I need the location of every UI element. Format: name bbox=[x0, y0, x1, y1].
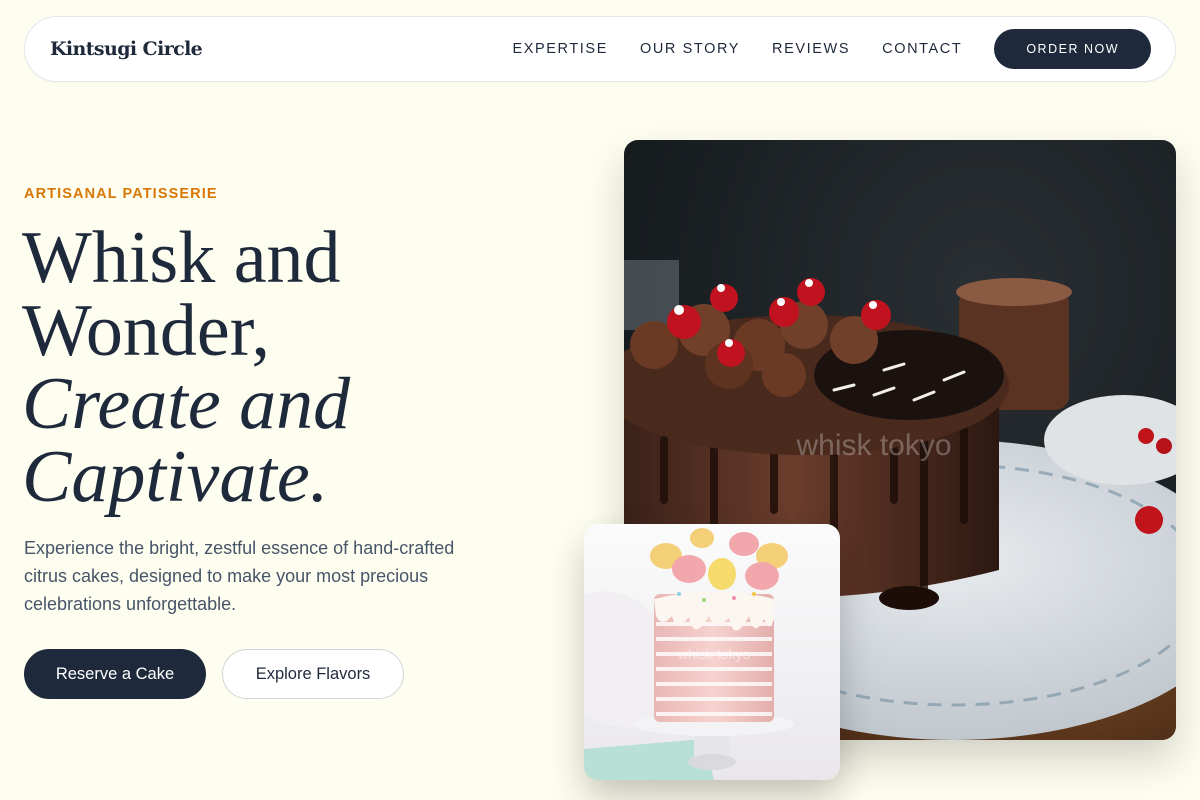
main-image-watermark: whisk tokyo bbox=[795, 429, 951, 462]
headline-line-1: Whisk and bbox=[22, 217, 341, 299]
small-image-watermark: whisk tokyo bbox=[677, 646, 751, 662]
macaron-cake-image: whisk tokyo bbox=[584, 524, 840, 780]
hero-description: Experience the bright, zestful essence o… bbox=[24, 538, 455, 614]
brand-logo[interactable]: Kintsugi Circle bbox=[50, 38, 203, 60]
nav-link-expertise[interactable]: EXPERTISE bbox=[512, 41, 608, 57]
hero-headline: Whisk and Wonder, Create and Captivate. bbox=[22, 217, 582, 518]
nav-menu: EXPERTISE OUR STORY REVIEWS CONTACT ORDE… bbox=[512, 29, 1151, 69]
nav-link-reviews[interactable]: REVIEWS bbox=[772, 41, 850, 57]
reserve-cake-button[interactable]: Reserve a Cake bbox=[24, 649, 206, 699]
order-now-button[interactable]: ORDER NOW bbox=[994, 29, 1151, 69]
nav-link-our-story[interactable]: OUR STORY bbox=[640, 41, 740, 57]
headline-line-3: Create and bbox=[22, 363, 351, 445]
nav-link-contact[interactable]: CONTACT bbox=[882, 41, 962, 57]
top-nav: Kintsugi Circle EXPERTISE OUR STORY REVI… bbox=[24, 16, 1176, 82]
headline-line-4: Captivate. bbox=[22, 436, 329, 518]
explore-flavors-button[interactable]: Explore Flavors bbox=[222, 649, 404, 699]
headline-line-2: Wonder, bbox=[22, 290, 270, 372]
hero-eyebrow: ARTISANAL PATISSERIE bbox=[24, 186, 218, 202]
